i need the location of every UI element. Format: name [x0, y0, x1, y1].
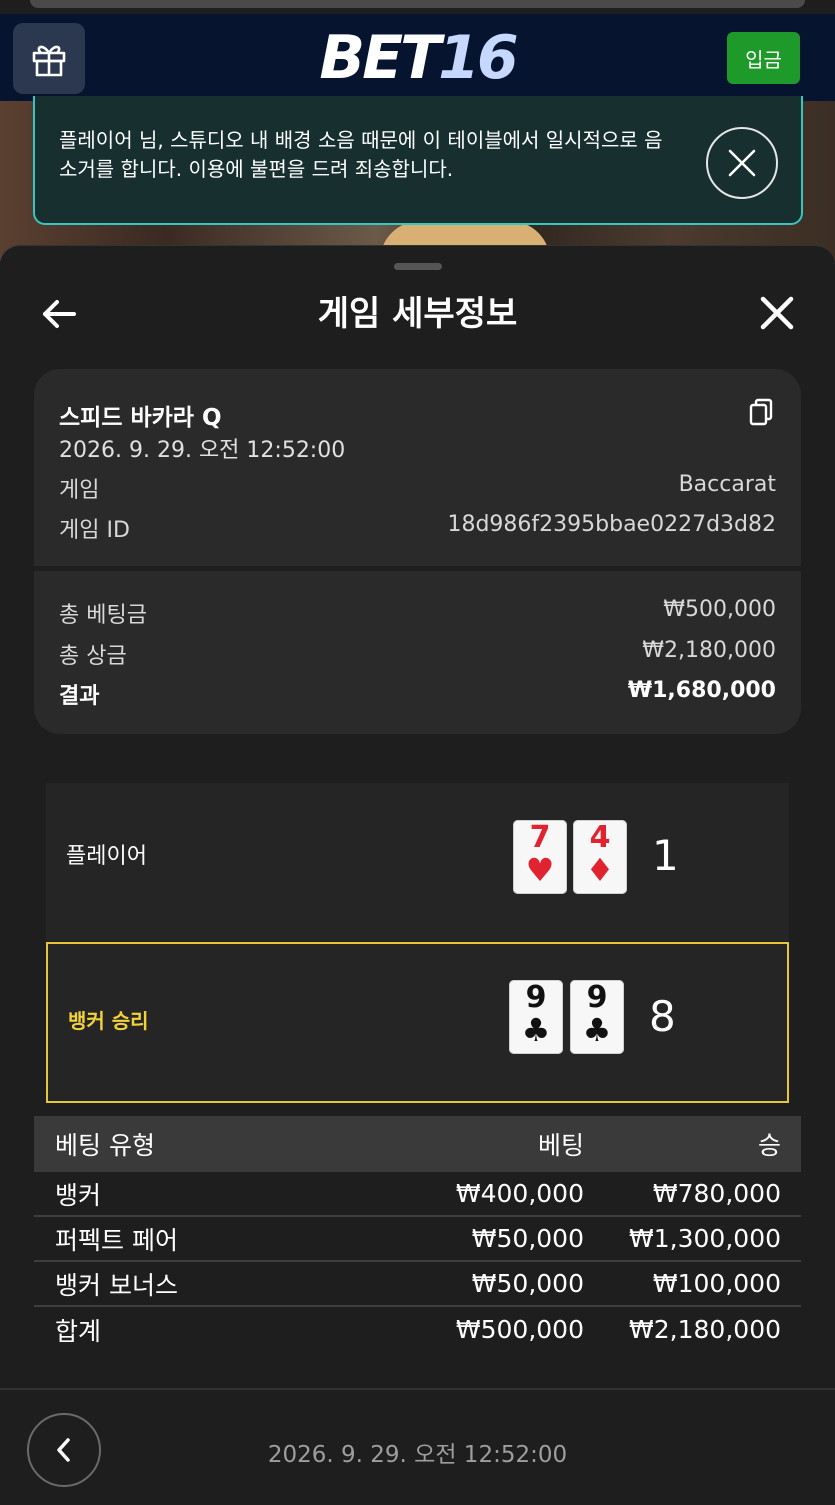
- total-label-cell: 합계: [55, 1316, 102, 1346]
- footer-datetime: 2026. 9. 29. 오전 12:52:00: [267, 1442, 568, 1468]
- sheet-grab-handle[interactable]: [394, 263, 442, 270]
- player-score: 1: [652, 831, 679, 880]
- app-screen: BET16 입금 플레이어 님, 스튜디오 내 배경 소음 때문에 이 테이블에…: [0, 0, 835, 1505]
- playing-card: 7 ♥: [513, 820, 567, 894]
- total-win-label: 총 상금: [59, 644, 127, 669]
- bet-type-cell: 뱅커: [55, 1180, 102, 1210]
- total-win-cell: ₩2,180,000: [629, 1315, 781, 1344]
- game-type-value: Baccarat: [678, 472, 776, 497]
- total-win-row: 총 상금 ₩2,180,000: [59, 638, 776, 670]
- browser-bar: [30, 0, 805, 8]
- result-row: 결과 ₩1,680,000: [59, 678, 776, 710]
- game-details-sheet: 게임 세부정보 스피드 바카라 Q 2026. 9. 29. 오전 12:52:…: [0, 245, 835, 1505]
- total-bet-value: ₩500,000: [663, 597, 776, 622]
- game-summary-card: 스피드 바카라 Q 2026. 9. 29. 오전 12:52:00 게임 Ba…: [34, 369, 801, 734]
- total-bet-row: 총 베팅금 ₩500,000: [59, 597, 776, 629]
- banker-hand: 뱅커 승리 9 ♣ 9 ♣ 8: [46, 942, 789, 1103]
- game-id-row: 게임 ID 18d986f2395bbae0227d3d82: [59, 512, 776, 544]
- deposit-button[interactable]: 입금: [727, 32, 800, 84]
- bet-amount-cell: ₩50,000: [471, 1224, 584, 1253]
- table-total-row: 합계 ₩500,000 ₩2,180,000: [34, 1307, 801, 1352]
- close-icon: [760, 296, 794, 330]
- diamond-suit-icon: ♦: [585, 851, 615, 889]
- table-row: 뱅커 ₩400,000 ₩780,000: [34, 1172, 801, 1217]
- result-label: 결과: [59, 684, 100, 709]
- bet-amount-cell: ₩50,000: [471, 1269, 584, 1298]
- top-header: BET16 입금: [0, 14, 835, 101]
- bet-table-header: 베팅 유형 베팅 승: [34, 1116, 801, 1172]
- game-type-label: 게임: [59, 478, 100, 503]
- bet-table: 베팅 유형 베팅 승 뱅커 ₩400,000 ₩780,000 퍼펙트 페어 ₩…: [34, 1116, 801, 1352]
- bet-type-cell: 퍼펙트 페어: [55, 1225, 178, 1255]
- close-icon: [728, 149, 756, 177]
- game-type-row: 게임 Baccarat: [59, 472, 776, 504]
- bet-type-cell: 뱅커 보너스: [55, 1270, 178, 1300]
- logo-number: 16: [438, 23, 518, 93]
- bet-amount-cell: ₩400,000: [455, 1179, 584, 1208]
- win-amount-cell: ₩780,000: [652, 1179, 781, 1208]
- total-bet-label: 총 베팅금: [59, 603, 147, 628]
- total-win-value: ₩2,180,000: [642, 638, 776, 663]
- win-amount-cell: ₩1,300,000: [629, 1224, 781, 1253]
- banker-score: 8: [649, 992, 676, 1041]
- playing-card: 4 ♦: [573, 820, 627, 894]
- mute-notice: 플레이어 님, 스튜디오 내 배경 소음 때문에 이 테이블에서 일시적으로 음…: [33, 96, 803, 225]
- sheet-title: 게임 세부정보: [317, 294, 518, 334]
- header-bet-type: 베팅 유형: [55, 1131, 155, 1160]
- player-label: 플레이어: [66, 844, 147, 869]
- player-hand: 플레이어 7 ♥ 4 ♦ 1: [46, 783, 789, 941]
- heart-suit-icon: ♥: [525, 851, 555, 889]
- club-suit-icon: ♣: [582, 1011, 612, 1049]
- total-bet-cell: ₩500,000: [455, 1315, 584, 1344]
- table-row: 퍼펙트 페어 ₩50,000 ₩1,300,000: [34, 1217, 801, 1262]
- notice-close-button[interactable]: [706, 127, 778, 199]
- game-datetime: 2026. 9. 29. 오전 12:52:00: [59, 438, 346, 463]
- notice-text: 플레이어 님, 스튜디오 내 배경 소음 때문에 이 테이블에서 일시적으로 음…: [59, 128, 663, 181]
- sheet-close-button[interactable]: [755, 291, 799, 335]
- playing-card: 9 ♣: [570, 980, 624, 1054]
- copy-icon[interactable]: [747, 397, 775, 427]
- header-bet: 베팅: [537, 1131, 584, 1160]
- playing-card: 9 ♣: [509, 980, 563, 1054]
- game-id-value: 18d986f2395bbae0227d3d82: [447, 512, 776, 537]
- footer-divider: [0, 1388, 835, 1390]
- game-id-label: 게임 ID: [59, 518, 130, 543]
- club-suit-icon: ♣: [521, 1011, 551, 1049]
- table-row: 뱅커 보너스 ₩50,000 ₩100,000: [34, 1262, 801, 1307]
- logo-text: BET: [319, 23, 441, 93]
- result-value: ₩1,680,000: [627, 678, 776, 703]
- brand-logo[interactable]: BET16: [0, 24, 835, 92]
- banker-label: 뱅커 승리: [68, 1009, 149, 1033]
- header-win: 승: [757, 1131, 781, 1160]
- win-amount-cell: ₩100,000: [652, 1269, 781, 1298]
- card-divider: [34, 566, 801, 571]
- game-name: 스피드 바카라 Q: [59, 405, 222, 431]
